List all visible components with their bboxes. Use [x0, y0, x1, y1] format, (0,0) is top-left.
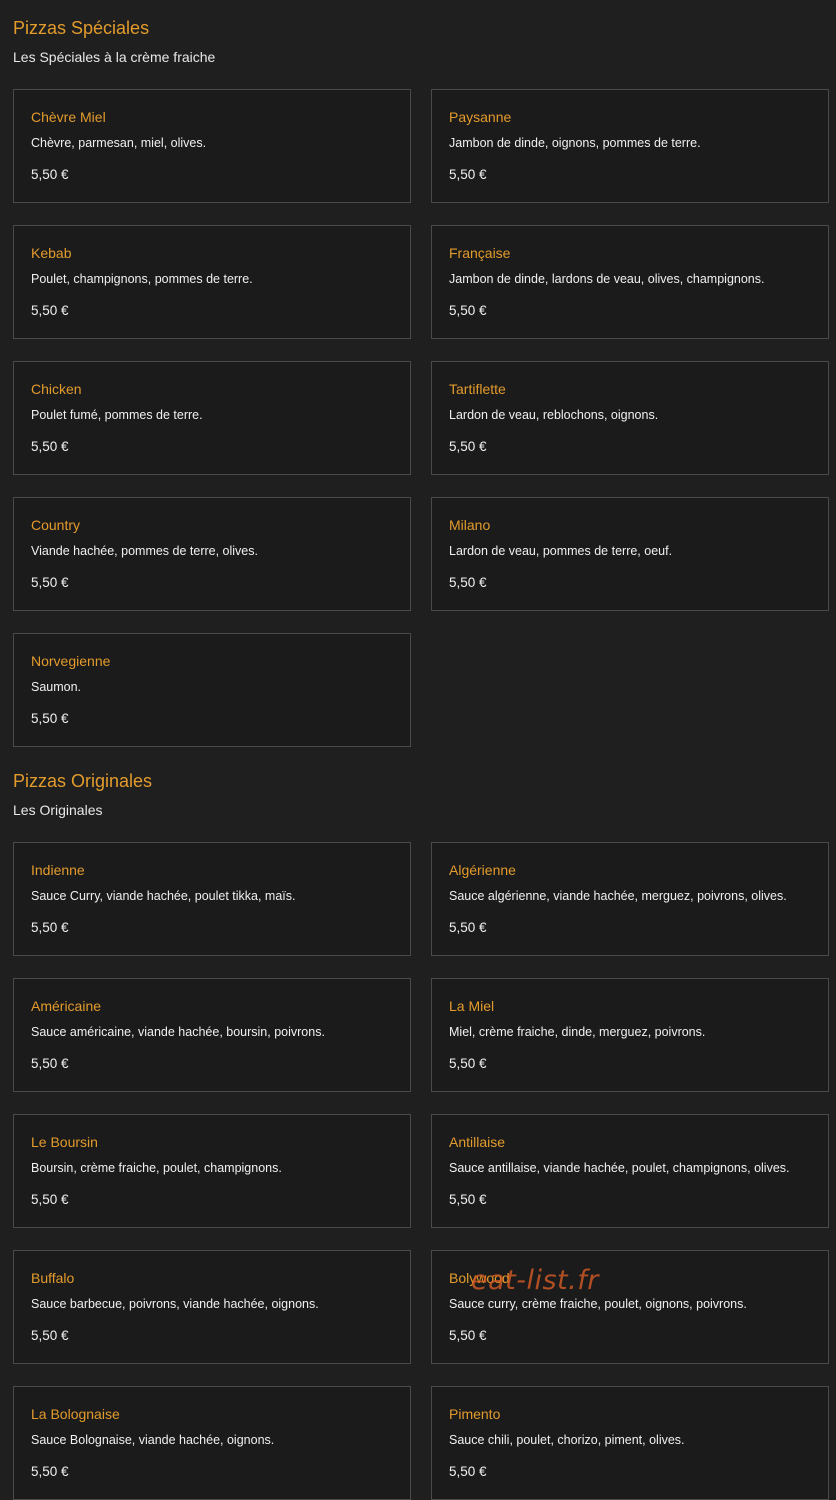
menu-item-name: Algérienne [449, 862, 516, 878]
menu-item-price: 5,50 € [31, 167, 69, 182]
menu-grid-originales: Indienne Sauce Curry, viande hachée, pou… [13, 842, 829, 1500]
section-subtitle-originales: Les Originales [13, 802, 103, 818]
menu-item-name: Française [449, 245, 511, 261]
menu-item-card[interactable]: Antillaise Sauce antillaise, viande hach… [431, 1114, 829, 1228]
menu-item-price: 5,50 € [31, 575, 69, 590]
menu-item-price: 5,50 € [31, 1464, 69, 1479]
menu-item-price: 5,50 € [449, 1464, 487, 1479]
menu-item-description: Saumon. [31, 680, 82, 694]
menu-item-price: 5,50 € [31, 711, 69, 726]
menu-item-price: 5,50 € [449, 920, 487, 935]
menu-item-description: Lardon de veau, pommes de terre, oeuf. [449, 544, 673, 558]
menu-item-description: Jambon de dinde, oignons, pommes de terr… [449, 136, 701, 150]
menu-item-description: Lardon de veau, reblochons, oignons. [449, 408, 659, 422]
menu-item-card[interactable]: La Bolognaise Sauce Bolognaise, viande h… [13, 1386, 411, 1500]
menu-item-card[interactable]: Norvegienne Saumon. 5,50 € [13, 633, 411, 747]
menu-item-name: Chicken [31, 381, 82, 397]
menu-item-description: Sauce antillaise, viande hachée, poulet,… [449, 1161, 790, 1175]
menu-item-card[interactable]: Country Viande hachée, pommes de terre, … [13, 497, 411, 611]
menu-item-description: Sauce Bolognaise, viande hachée, oignons… [31, 1433, 275, 1447]
menu-item-description: Miel, crème fraiche, dinde, merguez, poi… [449, 1025, 706, 1039]
menu-item-name: Country [31, 517, 81, 533]
menu-item-description: Sauce américaine, viande hachée, boursin… [31, 1025, 325, 1039]
menu-item-price: 5,50 € [449, 167, 487, 182]
menu-item-price: 5,50 € [449, 1192, 487, 1207]
section-title-originales: Pizzas Originales [13, 771, 153, 791]
menu-item-description: Jambon de dinde, lardons de veau, olives… [449, 272, 765, 286]
menu-item-card[interactable]: Algérienne Sauce algérienne, viande hach… [431, 842, 829, 956]
menu-item-description: Sauce algérienne, viande hachée, merguez… [449, 889, 787, 903]
menu-item-card[interactable]: Pimento Sauce chili, poulet, chorizo, pi… [431, 1386, 829, 1500]
menu-item-price: 5,50 € [31, 1192, 69, 1207]
menu-item-card[interactable]: Tartiflette Lardon de veau, reblochons, … [431, 361, 829, 475]
menu-item-name: Antillaise [449, 1134, 506, 1150]
menu-item-description: Viande hachée, pommes de terre, olives. [31, 544, 258, 558]
menu-item-card[interactable]: Indienne Sauce Curry, viande hachée, pou… [13, 842, 411, 956]
menu-item-price: 5,50 € [449, 1056, 487, 1071]
menu-item-card[interactable]: Chèvre Miel Chèvre, parmesan, miel, oliv… [13, 89, 411, 203]
menu-item-description: Sauce barbecue, poivrons, viande hachée,… [31, 1297, 319, 1311]
menu-item-name: Tartiflette [449, 381, 506, 397]
menu-item-card[interactable]: Française Jambon de dinde, lardons de ve… [431, 225, 829, 339]
menu-item-price: 5,50 € [449, 439, 487, 454]
menu-item-description: Sauce curry, crème fraiche, poulet, oign… [449, 1297, 747, 1311]
menu-item-description: Poulet fumé, pommes de terre. [31, 408, 203, 422]
menu-item-name: Indienne [31, 862, 85, 878]
menu-item-price: 5,50 € [31, 439, 69, 454]
menu-item-price: 5,50 € [31, 1056, 69, 1071]
menu-item-name: Kebab [31, 245, 72, 261]
menu-item-price: 5,50 € [449, 575, 487, 590]
menu-item-name: Pimento [449, 1406, 501, 1422]
menu-item-price: 5,50 € [449, 1328, 487, 1343]
menu-item-card[interactable]: Bolywood Sauce curry, crème fraiche, pou… [431, 1250, 829, 1364]
menu-grid-speciales: Chèvre Miel Chèvre, parmesan, miel, oliv… [13, 89, 829, 747]
menu-item-price: 5,50 € [449, 303, 487, 318]
menu-item-name: Américaine [31, 998, 102, 1014]
menu-item-name: La Bolognaise [31, 1406, 120, 1422]
section-title-speciales: Pizzas Spéciales [13, 18, 150, 38]
menu-item-price: 5,50 € [31, 303, 69, 318]
menu-item-name: Bolywood [449, 1270, 510, 1286]
menu-item-description: Sauce Curry, viande hachée, poulet tikka… [31, 889, 296, 903]
menu-item-description: Sauce chili, poulet, chorizo, piment, ol… [449, 1433, 685, 1447]
menu-item-card[interactable]: Kebab Poulet, champignons, pommes de ter… [13, 225, 411, 339]
menu-item-card[interactable]: Chicken Poulet fumé, pommes de terre. 5,… [13, 361, 411, 475]
menu-item-card[interactable]: Buffalo Sauce barbecue, poivrons, viande… [13, 1250, 411, 1364]
section-subtitle-speciales: Les Spéciales à la crème fraiche [13, 49, 216, 65]
menu-item-price: 5,50 € [31, 920, 69, 935]
menu-item-name: Milano [449, 517, 491, 533]
menu-item-name: Buffalo [31, 1270, 75, 1286]
menu-item-description: Poulet, champignons, pommes de terre. [31, 272, 253, 286]
menu-item-card[interactable]: Le Boursin Boursin, crème fraiche, poule… [13, 1114, 411, 1228]
menu-item-name: Chèvre Miel [31, 109, 106, 125]
menu-item-card[interactable]: Américaine Sauce américaine, viande hach… [13, 978, 411, 1092]
menu-item-price: 5,50 € [31, 1328, 69, 1343]
menu-item-name: La Miel [449, 998, 495, 1014]
menu-item-card[interactable]: Paysanne Jambon de dinde, oignons, pomme… [431, 89, 829, 203]
menu-item-card[interactable]: Milano Lardon de veau, pommes de terre, … [431, 497, 829, 611]
menu-item-description: Chèvre, parmesan, miel, olives. [31, 136, 207, 150]
menu-item-description: Boursin, crème fraiche, poulet, champign… [31, 1161, 282, 1175]
menu-item-name: Paysanne [449, 109, 512, 125]
menu-item-card[interactable]: La Miel Miel, crème fraiche, dinde, merg… [431, 978, 829, 1092]
menu-item-name: Le Boursin [31, 1134, 98, 1150]
menu-item-name: Norvegienne [31, 653, 111, 669]
